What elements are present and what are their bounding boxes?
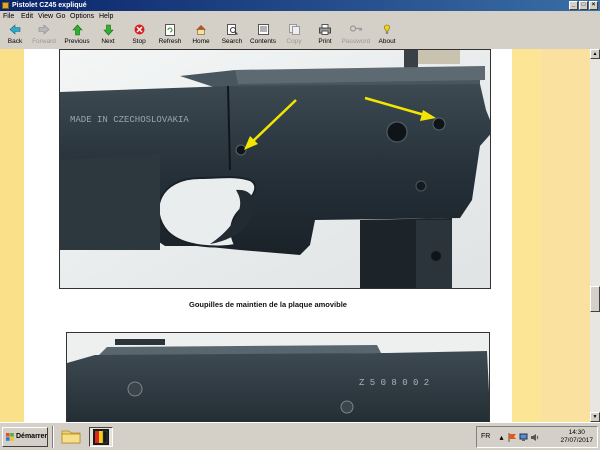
expand-tray-icon[interactable]: ▴ <box>497 433 506 442</box>
photo-caption: Goupilles de maintien de la plaque amovi… <box>189 300 347 309</box>
action-center-flag-icon[interactable] <box>508 433 517 442</box>
home-button[interactable]: Home <box>187 24 215 48</box>
home-icon <box>187 24 215 37</box>
file-explorer-icon[interactable] <box>61 427 85 447</box>
serial-number-text: Z 5 0 8 0 0 2 <box>359 378 429 388</box>
taskbar: Démarrer FR ▴ 14:30 27/07/2017 <box>0 422 600 450</box>
contents-button[interactable]: Contents <box>249 24 277 48</box>
taskbar-separator <box>52 426 54 448</box>
search-icon <box>218 24 246 37</box>
menu-help[interactable]: Help <box>99 13 113 20</box>
copy-icon <box>280 24 308 37</box>
menu-view[interactable]: View <box>38 13 53 20</box>
stop-button[interactable]: Stop <box>125 24 153 48</box>
system-tray: FR ▴ 14:30 27/07/2017 <box>476 426 598 448</box>
left-margin-stripe <box>0 49 24 422</box>
maximize-button[interactable]: □ <box>579 1 588 10</box>
menu-options[interactable]: Options <box>70 13 94 20</box>
print-button[interactable]: Print <box>311 24 339 48</box>
contents-icon <box>249 24 277 37</box>
print-icon <box>311 24 339 37</box>
menu-edit[interactable]: Edit <box>21 13 33 20</box>
document-page: MADE IN CZECHOSLOVAKIA Goupilles de main <box>24 49 512 422</box>
menu-file[interactable]: File <box>3 13 14 20</box>
engraving-text: MADE IN CZECHOSLOVAKIA <box>70 115 189 125</box>
window-controls: _ □ × <box>569 1 598 10</box>
about-icon <box>373 24 401 37</box>
network-icon[interactable] <box>519 433 528 442</box>
down-arrow-icon <box>94 24 122 37</box>
app-icon[interactable] <box>2 2 9 9</box>
back-arrow-icon <box>1 24 29 37</box>
search-button[interactable]: Search <box>218 24 246 48</box>
about-button[interactable]: About <box>373 24 401 48</box>
clock[interactable]: 14:30 27/07/2017 <box>560 429 593 445</box>
pistol-slide-photo: Z 5 0 8 0 0 2 <box>66 332 490 422</box>
right-margin-stripe <box>512 49 541 422</box>
vertical-scrollbar[interactable]: ▲ ▼ <box>590 49 600 422</box>
scroll-down-button[interactable]: ▼ <box>590 412 600 422</box>
start-button[interactable]: Démarrer <box>2 427 48 447</box>
forward-button[interactable]: Forward <box>30 24 58 48</box>
clock-time: 14:30 <box>568 429 585 436</box>
right-background <box>541 49 590 422</box>
toolbar: Back Forward Previous Next Stop Refresh … <box>0 23 600 50</box>
password-button[interactable]: Password <box>342 24 370 48</box>
menu-bar: File Edit View Go Options Help <box>0 11 600 23</box>
language-indicator[interactable]: FR <box>481 433 490 440</box>
windows-logo-icon <box>6 433 14 441</box>
pistol-frame-photo: MADE IN CZECHOSLOVAKIA <box>59 49 491 289</box>
up-arrow-icon <box>63 24 91 37</box>
scroll-thumb[interactable] <box>590 286 600 312</box>
key-icon <box>342 24 370 37</box>
title-bar[interactable]: Pistolet CZ45 expliqué _ □ × <box>0 0 600 11</box>
volume-icon[interactable] <box>530 433 539 442</box>
clock-date: 27/07/2017 <box>560 437 593 444</box>
close-button[interactable]: × <box>589 1 598 10</box>
menu-go[interactable]: Go <box>56 13 65 20</box>
help-viewer-task-icon[interactable] <box>89 427 113 447</box>
forward-arrow-icon <box>30 24 58 37</box>
scroll-up-button[interactable]: ▲ <box>590 49 600 59</box>
content-area[interactable]: MADE IN CZECHOSLOVAKIA Goupilles de main <box>0 49 590 422</box>
refresh-button[interactable]: Refresh <box>156 24 184 48</box>
minimize-button[interactable]: _ <box>569 1 578 10</box>
stop-icon <box>125 24 153 37</box>
previous-button[interactable]: Previous <box>63 24 91 48</box>
next-button[interactable]: Next <box>94 24 122 48</box>
copy-button[interactable]: Copy <box>280 24 308 48</box>
window-title: Pistolet CZ45 expliqué <box>12 2 87 9</box>
refresh-icon <box>156 24 184 37</box>
